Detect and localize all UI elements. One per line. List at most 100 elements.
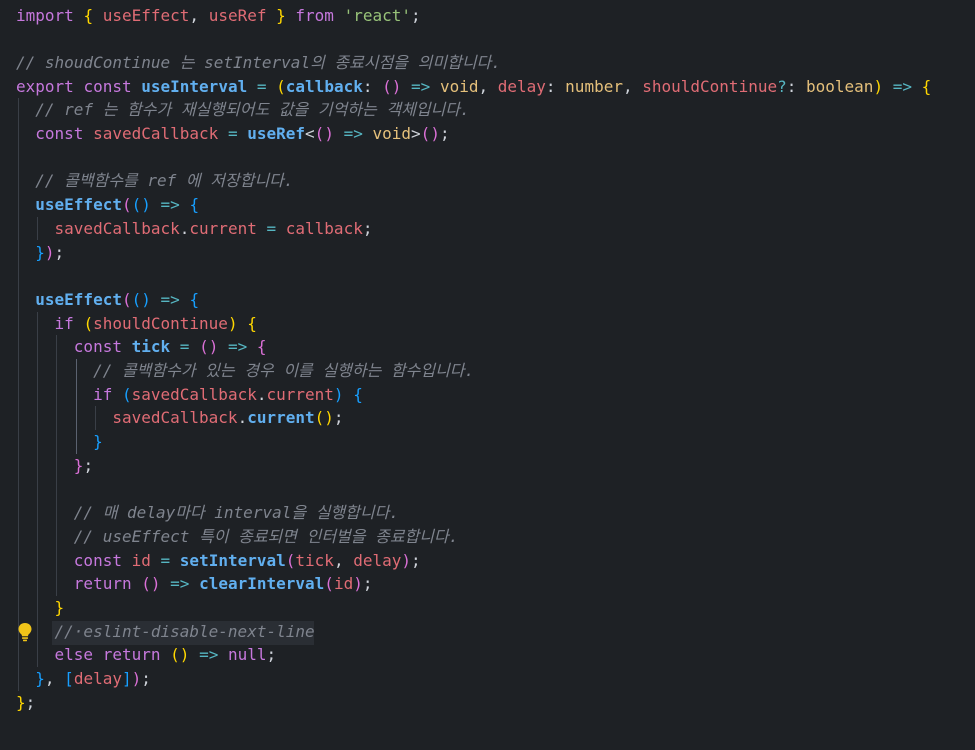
code-line[interactable]: savedCallback.current();: [0, 406, 343, 430]
code-line[interactable]: [0, 264, 16, 288]
code-token: ): [333, 384, 344, 404]
code-token: {: [247, 313, 257, 333]
code-token: ;: [83, 455, 94, 475]
code-line[interactable]: return () => clearInterval(id);: [0, 572, 373, 596]
code-token: useRef: [208, 5, 267, 25]
code-token: ): [391, 76, 402, 96]
code-token: {: [189, 195, 200, 215]
code-line[interactable]: [0, 27, 16, 51]
code-token: ): [353, 574, 363, 594]
code-token: delay: [353, 550, 402, 570]
code-line[interactable]: // shoudContinue 는 setInterval의 종료시점을 의미…: [0, 51, 501, 75]
code-token: // 매 delay마다 interval을 실행합니다.: [73, 503, 399, 523]
code-line[interactable]: [0, 478, 16, 502]
code-line[interactable]: savedCallback.current = callback;: [0, 217, 373, 241]
code-token: const: [73, 337, 122, 357]
code-line[interactable]: [0, 146, 16, 170]
code-token: ;: [25, 692, 36, 712]
code-token: current: [266, 384, 334, 404]
code-token: }: [35, 242, 45, 262]
code-token: id: [333, 574, 354, 594]
code-token: :: [786, 76, 806, 96]
code-line[interactable]: }, [delay]);: [0, 667, 151, 691]
code-line[interactable]: }: [0, 596, 65, 620]
code-token: ): [873, 76, 884, 96]
code-line[interactable]: const id = setInterval(tick, delay);: [0, 549, 421, 573]
code-token: {: [83, 5, 94, 25]
code-line[interactable]: // 콜백함수를 ref 에 저장합니다.: [0, 169, 293, 193]
code-token: import: [16, 5, 74, 25]
code-token: useRef: [247, 124, 306, 143]
code-line[interactable]: useEffect(() => {: [0, 193, 199, 217]
code-token: ): [179, 645, 190, 665]
code-line[interactable]: useEffect(() => {: [0, 288, 199, 312]
code-token: ;: [266, 645, 277, 665]
code-line[interactable]: }: [0, 430, 103, 454]
code-token: }: [16, 692, 26, 712]
code-line[interactable]: if (savedCallback.current) {: [0, 383, 363, 407]
code-line[interactable]: //·eslint-disable-next-line: [0, 620, 315, 644]
code-token: ;: [411, 5, 421, 25]
code-token: {: [256, 337, 267, 357]
code-token: ,: [44, 669, 65, 689]
code-token: =>: [343, 124, 363, 143]
code-token: (: [324, 574, 334, 594]
code-line[interactable]: // 콜백함수가 있는 경우 이를 실행하는 함수입니다.: [0, 359, 474, 383]
code-line[interactable]: // 매 delay마다 interval을 실행합니다.: [0, 501, 399, 525]
code-line[interactable]: // useEffect 특이 종료되면 인터벌을 종료합니다.: [0, 525, 459, 549]
code-token: const: [83, 76, 132, 96]
code-token: =>: [170, 574, 190, 594]
code-line[interactable]: if (shouldContinue) {: [0, 312, 257, 336]
code-line[interactable]: };: [0, 454, 93, 478]
code-token: <: [305, 124, 315, 143]
code-line[interactable]: };: [0, 691, 35, 715]
code-token: id: [131, 550, 151, 570]
code-line[interactable]: const tick = () => {: [0, 335, 267, 359]
code-token: ): [44, 242, 55, 262]
code-token: (: [131, 289, 142, 309]
code-token: ): [401, 550, 412, 570]
code-token: savedCallback: [93, 124, 219, 143]
code-token: if: [54, 313, 74, 333]
code-token: ;: [439, 124, 450, 143]
code-line[interactable]: import { useEffect, useRef } from 'react…: [0, 4, 421, 28]
code-line[interactable]: const savedCallback = useRef<() => void>…: [0, 122, 450, 146]
code-token: }: [54, 598, 65, 617]
code-editor[interactable]: import { useEffect, useRef } from 'react…: [0, 0, 975, 750]
code-token: setInterval: [179, 550, 286, 570]
code-line[interactable]: export const useInterval = (callback: ()…: [0, 75, 931, 99]
code-line[interactable]: });: [0, 241, 64, 265]
code-token: delay: [497, 76, 546, 96]
code-line[interactable]: // ref 는 함수가 재실행되어도 값을 기억하는 객체입니다.: [0, 98, 469, 122]
code-token: ): [208, 337, 219, 357]
code-line[interactable]: else return () => null;: [0, 643, 277, 667]
code-token: if: [93, 384, 113, 404]
